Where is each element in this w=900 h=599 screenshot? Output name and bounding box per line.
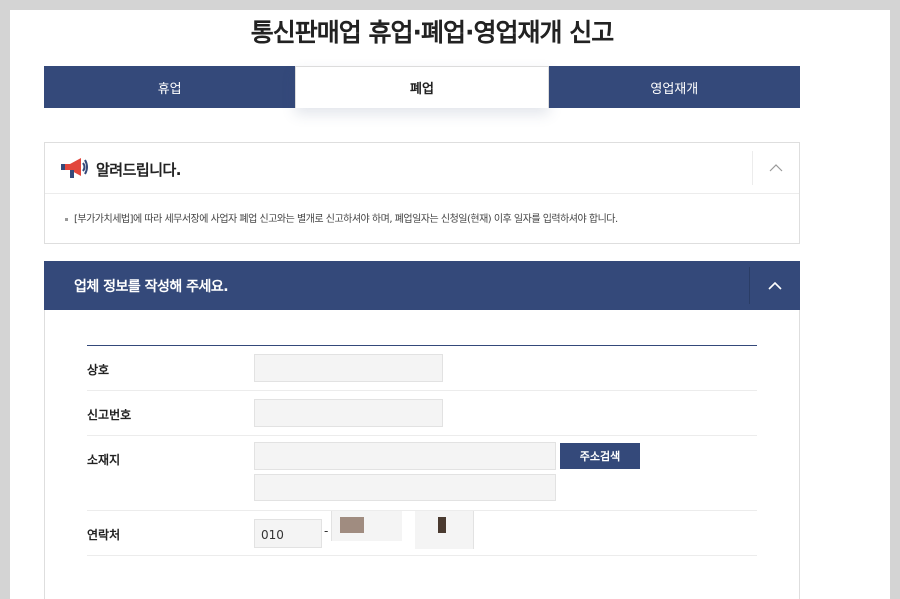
report-number-label: 신고번호: [87, 408, 132, 422]
megaphone-icon: [61, 158, 88, 178]
tab-suspension[interactable]: 휴업: [44, 66, 296, 108]
notice-header: 알려드립니다.: [45, 143, 799, 194]
chevron-up-icon: [769, 164, 783, 172]
company-name-input[interactable]: [254, 354, 443, 382]
row-address: 소재지 주소검색: [87, 436, 757, 511]
notice-text-line: [부가가치세법]에 따라 세무서장에 사업자 폐업 신고와는 별개로 신고하셔야…: [65, 210, 618, 225]
address-detail-input[interactable]: [254, 474, 556, 501]
phone-last-redacted[interactable]: [415, 511, 474, 549]
phone-prefix-field[interactable]: 010: [254, 519, 322, 548]
company-info-panel: 업체 정보를 작성해 주세요. 상호 신고번호 소재지 주소검색 연락처 010: [44, 261, 800, 599]
tab-resumption[interactable]: 영업재개: [548, 66, 800, 108]
notice-title: 알려드립니다.: [96, 161, 182, 179]
company-info-header: 업체 정보를 작성해 주세요.: [44, 261, 800, 310]
address-input[interactable]: [254, 442, 556, 470]
page: 통신판매업 휴업·폐업·영업재개 신고 휴업 폐업 영업재개 알려드립니다. […: [10, 10, 890, 599]
report-number-input[interactable]: [254, 399, 443, 427]
notice-collapse-button[interactable]: [752, 151, 799, 185]
company-name-label: 상호: [87, 363, 110, 377]
address-label: 소재지: [87, 453, 121, 467]
phone-middle-redacted[interactable]: [331, 511, 402, 541]
redaction-mark: [340, 517, 364, 533]
redaction-mark: [438, 517, 446, 533]
contact-label: 연락처: [87, 528, 121, 542]
row-report-number: 신고번호: [87, 391, 757, 436]
company-info-collapse-button[interactable]: [749, 267, 800, 304]
notice-panel: 알려드립니다. [부가가치세법]에 따라 세무서장에 사업자 폐업 신고와는 별…: [44, 142, 800, 244]
tab-closure[interactable]: 폐업: [295, 66, 549, 108]
chevron-up-icon: [768, 281, 782, 290]
company-info-title: 업체 정보를 작성해 주세요.: [74, 279, 229, 295]
row-contact: 연락처 010 -: [87, 511, 757, 556]
page-title: 통신판매업 휴업·폐업·영업재개 신고: [250, 18, 614, 47]
notice-text: [부가가치세법]에 따라 세무서장에 사업자 폐업 신고와는 별개로 신고하셔야…: [74, 214, 618, 225]
bullet-icon: [65, 217, 68, 221]
row-company-name: 상호: [87, 346, 757, 391]
address-search-button[interactable]: 주소검색: [560, 443, 640, 469]
tab-bar: 휴업 폐업 영업재개: [44, 66, 800, 108]
phone-separator: -: [324, 524, 329, 538]
